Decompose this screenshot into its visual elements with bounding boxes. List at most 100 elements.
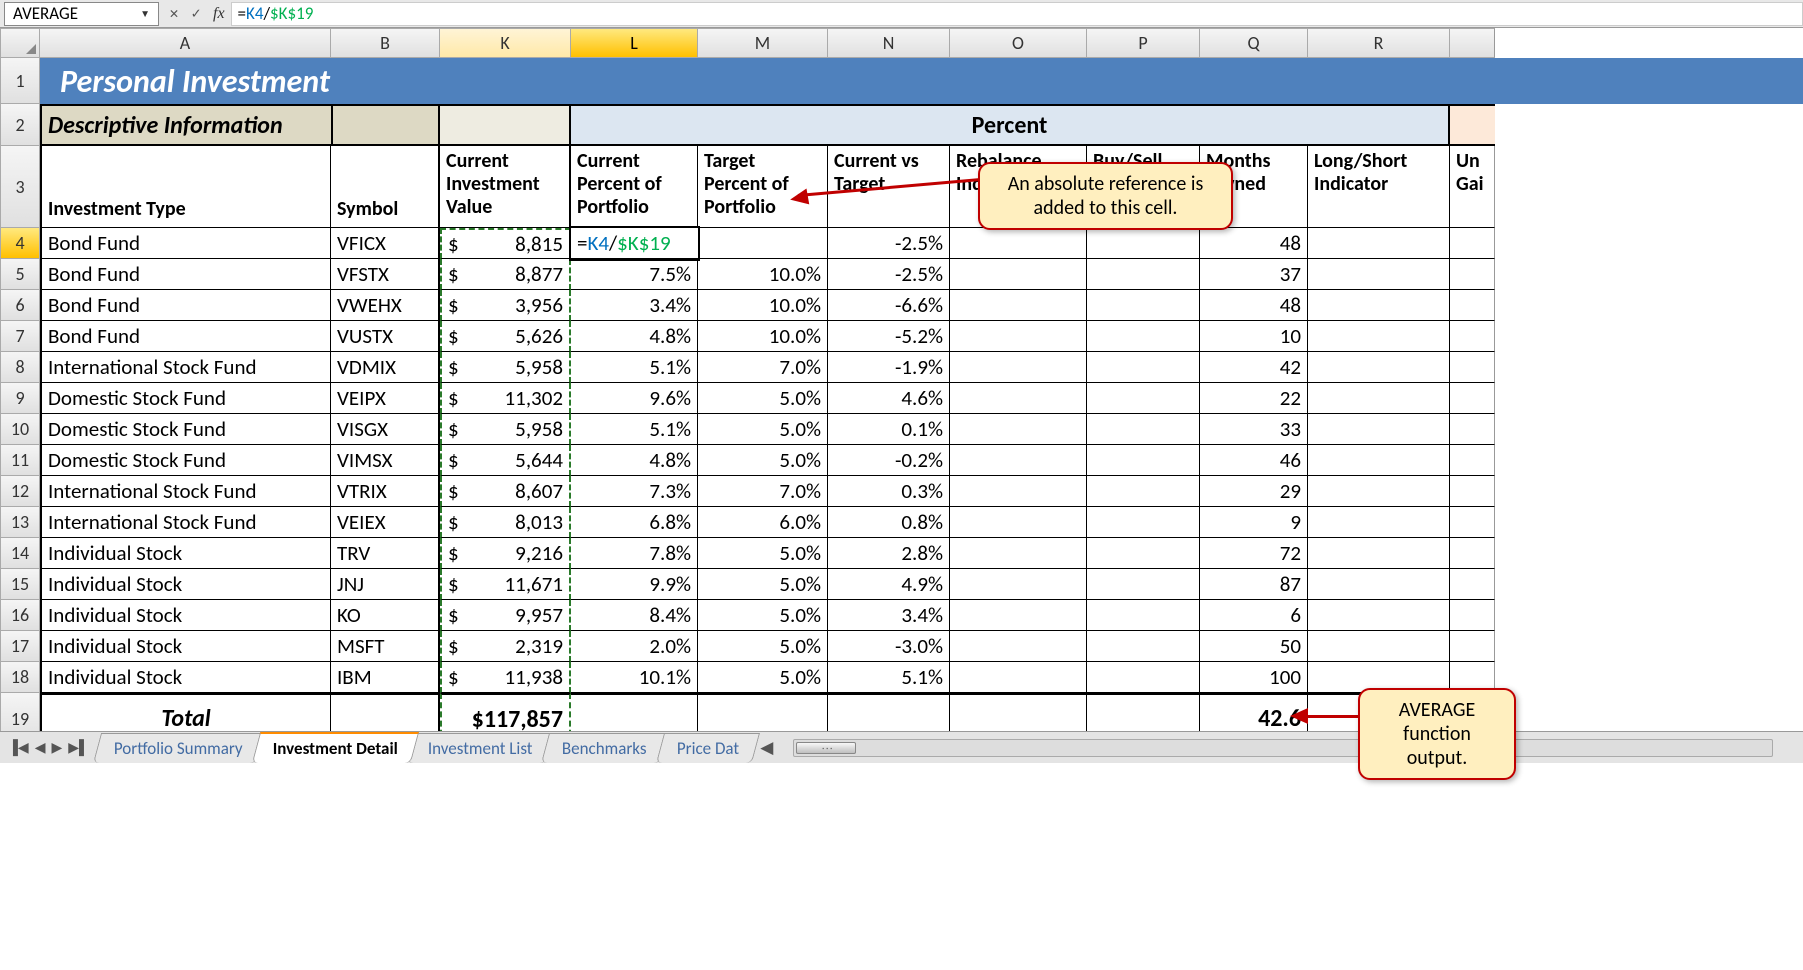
col-header-A[interactable]: A [40,28,331,58]
cell-R11[interactable] [1308,445,1450,476]
col-header-R[interactable]: R [1308,28,1450,58]
cell-K7[interactable]: $5,626 [440,321,571,352]
cell-A13[interactable]: International Stock Fund [40,507,331,538]
cell-P9[interactable] [1087,383,1200,414]
worksheet-title[interactable]: Personal Investment [40,58,440,104]
cell-A6[interactable]: Bond Fund [40,290,331,321]
cell-K5[interactable]: $8,877 [440,259,571,290]
row-header-11[interactable]: 11 [0,445,40,476]
cell-L15[interactable]: 9.9% [571,569,698,600]
cell-S4[interactable] [1450,228,1495,259]
cell-A9[interactable]: Domestic Stock Fund [40,383,331,414]
cell-Q4[interactable]: 48 [1200,228,1308,259]
cell-K11[interactable]: $5,644 [440,445,571,476]
cell-S14[interactable] [1450,538,1495,569]
hdr-long-short[interactable]: Long/Short Indicator [1308,146,1450,228]
cell-P6[interactable] [1087,290,1200,321]
cell-R13[interactable] [1308,507,1450,538]
cell-L10[interactable]: 5.1% [571,414,698,445]
cell-K10[interactable]: $5,958 [440,414,571,445]
cell-P13[interactable] [1087,507,1200,538]
tab-prev-icon[interactable]: ◀ [35,739,46,756]
col-header-Q[interactable]: Q [1200,28,1308,58]
cell-N12[interactable]: 0.3% [828,476,950,507]
cell-B11[interactable]: VIMSX [331,445,440,476]
tab-scroll-left-icon[interactable]: ◀ [760,737,773,758]
row-header-8[interactable]: 8 [0,352,40,383]
cell-P7[interactable] [1087,321,1200,352]
cell-P8[interactable] [1087,352,1200,383]
horizontal-scrollbar[interactable] [793,739,1773,757]
hdr-symbol[interactable]: Symbol [331,146,440,228]
cell-S11[interactable] [1450,445,1495,476]
cell-B4[interactable]: VFICX [331,228,440,259]
hdr-target-pct[interactable]: Target Percent of Portfolio [698,146,828,228]
row-header-18[interactable]: 18 [0,662,40,693]
hdr-current-value[interactable]: Current Investment Value [440,146,571,228]
cell-P16[interactable] [1087,600,1200,631]
cell-O14[interactable] [950,538,1087,569]
sheet-tab-investment-detail[interactable]: Investment Detail [252,732,419,763]
cell-Q16[interactable]: 6 [1200,600,1308,631]
cell-A14[interactable]: Individual Stock [40,538,331,569]
cell-O13[interactable] [950,507,1087,538]
cell-N14[interactable]: 2.8% [828,538,950,569]
cell-A18[interactable]: Individual Stock [40,662,331,693]
hdr-current-pct[interactable]: Current Percent of Portfolio [571,146,698,228]
cell-O11[interactable] [950,445,1087,476]
cell-M17[interactable]: 5.0% [698,631,828,662]
cell-S9[interactable] [1450,383,1495,414]
cell-L6[interactable]: 3.4% [571,290,698,321]
cell-P4[interactable] [1087,228,1200,259]
row-header-1[interactable]: 1 [0,58,40,104]
cell-A5[interactable]: Bond Fund [40,259,331,290]
cell-M8[interactable]: 7.0% [698,352,828,383]
cell-P15[interactable] [1087,569,1200,600]
name-box[interactable]: AVERAGE ▼ [4,2,159,26]
cell-B9[interactable]: VEIPX [331,383,440,414]
row-header-6[interactable]: 6 [0,290,40,321]
cell-N18[interactable]: 5.1% [828,662,950,693]
row-header-9[interactable]: 9 [0,383,40,414]
cell-Q12[interactable]: 29 [1200,476,1308,507]
cell-A17[interactable]: Individual Stock [40,631,331,662]
cell-N6[interactable]: -6.6% [828,290,950,321]
cell-S15[interactable] [1450,569,1495,600]
cell-L14[interactable]: 7.8% [571,538,698,569]
fx-icon[interactable]: fx [213,5,225,23]
cell-N16[interactable]: 3.4% [828,600,950,631]
row-header-10[interactable]: 10 [0,414,40,445]
cell-N15[interactable]: 4.9% [828,569,950,600]
cell-B7[interactable]: VUSTX [331,321,440,352]
row-header-17[interactable]: 17 [0,631,40,662]
col-header-B[interactable]: B [331,28,440,58]
cell-A4[interactable]: Bond Fund [40,228,331,259]
cell-M9[interactable]: 5.0% [698,383,828,414]
cell-O7[interactable] [950,321,1087,352]
row-header-13[interactable]: 13 [0,507,40,538]
cell-N11[interactable]: -0.2% [828,445,950,476]
cell-Q10[interactable]: 33 [1200,414,1308,445]
cell-M5[interactable]: 10.0% [698,259,828,290]
cell-L7[interactable]: 4.8% [571,321,698,352]
cell-S7[interactable] [1450,321,1495,352]
cell-K6[interactable]: $3,956 [440,290,571,321]
enter-formula-button[interactable]: ✓ [185,4,207,23]
cell-B18[interactable]: IBM [331,662,440,693]
cell-R4[interactable] [1308,228,1450,259]
hdr-partial[interactable]: Un Gai [1450,146,1495,228]
cell-O16[interactable] [950,600,1087,631]
cell-Q6[interactable]: 48 [1200,290,1308,321]
cell-K9[interactable]: $11,302 [440,383,571,414]
cell-Q9[interactable]: 22 [1200,383,1308,414]
cell-L17[interactable]: 2.0% [571,631,698,662]
cell-R8[interactable] [1308,352,1450,383]
cell-P12[interactable] [1087,476,1200,507]
cell-Q8[interactable]: 42 [1200,352,1308,383]
scrollbar-thumb[interactable] [796,742,856,754]
row-header-4[interactable]: 4 [0,228,40,259]
chevron-down-icon[interactable]: ▼ [140,7,150,20]
cell-M7[interactable]: 10.0% [698,321,828,352]
cell-O4[interactable] [950,228,1087,259]
cell-B14[interactable]: TRV [331,538,440,569]
